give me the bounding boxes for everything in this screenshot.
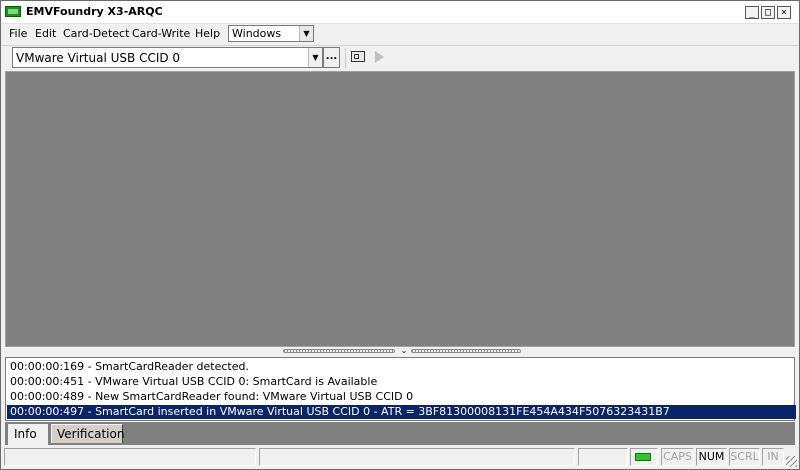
status-num: NUM [696, 448, 727, 466]
reader-select-value: VMware Virtual USB CCID 0 [16, 51, 181, 65]
title-bar[interactable]: EMVFoundry X3-ARQC _ □ × [1, 1, 799, 24]
toolbar-separator [345, 48, 346, 68]
log-row-selected[interactable]: 00:00:00:497 - SmartCard inserted in VMw… [7, 405, 796, 419]
splitter-grip-left[interactable] [283, 349, 395, 353]
card-icon[interactable] [351, 50, 366, 64]
window-select[interactable]: Windows ▼ [228, 25, 314, 42]
chevron-down-icon[interactable]: ⌄ [398, 347, 410, 355]
window-title: EMVFoundry X3-ARQC [26, 5, 163, 18]
splitter-grip-right[interactable] [411, 349, 521, 353]
tab-strip: Info Verification [5, 422, 795, 445]
reader-select[interactable]: VMware Virtual USB CCID 0 ▼ [12, 47, 323, 68]
status-panel-2 [259, 448, 575, 466]
app-window: EMVFoundry X3-ARQC _ □ × File Edit Card-… [0, 0, 800, 470]
log-list[interactable]: 00:00:00:169 - SmartCardReader detected.… [5, 357, 796, 421]
status-ins: IN [762, 448, 784, 466]
maximize-icon[interactable]: □ [761, 6, 775, 19]
menu-edit[interactable]: Edit [35, 27, 56, 40]
status-caps: CAPS [661, 448, 694, 466]
window-select-value: Windows [232, 27, 282, 40]
splitter[interactable]: ⌄ [5, 347, 795, 356]
connection-led-icon [635, 453, 651, 461]
log-row[interactable]: 00:00:00:169 - SmartCardReader detected. [7, 360, 796, 374]
chevron-down-icon[interactable]: ▼ [299, 26, 313, 41]
app-icon[interactable] [5, 6, 21, 17]
menu-card-detect[interactable]: Card-Detect [63, 27, 129, 40]
close-icon[interactable]: × [777, 6, 791, 19]
menu-file[interactable]: File [9, 27, 27, 40]
tab-info-label: Info [14, 427, 37, 441]
size-grip-icon[interactable] [786, 456, 797, 467]
log-row[interactable]: 00:00:00:451 - VMware Virtual USB CCID 0… [7, 375, 796, 389]
tab-verification-label: Verification [57, 427, 125, 441]
chevron-down-icon[interactable]: ▼ [308, 48, 322, 67]
log-row[interactable]: 00:00:00:489 - New SmartCardReader found… [7, 390, 796, 404]
menu-bar: File Edit Card-Detect Card-Write Help Wi… [1, 24, 799, 44]
mdi-client-area [5, 71, 795, 347]
status-bar: CAPS NUM SCRL IN [1, 446, 799, 469]
status-scrl: SCRL [729, 448, 760, 466]
play-icon[interactable] [375, 51, 384, 63]
toolbar: VMware Virtual USB CCID 0 ▼ ... [1, 46, 799, 70]
tab-info[interactable]: Info [8, 424, 48, 445]
status-panel-main [4, 448, 256, 466]
menu-help[interactable]: Help [195, 27, 220, 40]
menu-card-write[interactable]: Card-Write [132, 27, 190, 40]
status-panel-3 [578, 448, 628, 466]
browse-button[interactable]: ... [323, 47, 340, 68]
minimize-icon[interactable]: _ [745, 6, 759, 19]
tab-verification[interactable]: Verification [51, 424, 125, 443]
